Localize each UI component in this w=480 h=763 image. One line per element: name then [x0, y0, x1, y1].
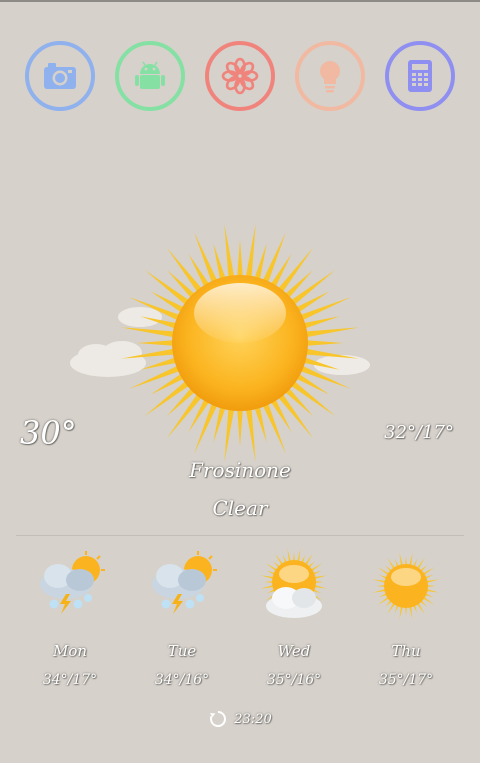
calculator-app-button[interactable] — [385, 41, 455, 111]
location-name[interactable]: Frosinone — [0, 458, 480, 482]
refresh-icon — [210, 711, 227, 727]
forecast-range: 34°/16° — [154, 672, 210, 688]
status-bar-line — [0, 0, 480, 2]
refresh-button[interactable]: 23:20 — [0, 709, 480, 729]
calculator-icon — [408, 60, 432, 92]
current-temperature: 30° — [20, 414, 77, 452]
android-app-button[interactable] — [115, 41, 185, 111]
sun-icon — [70, 225, 370, 462]
partly-cloudy-icon — [260, 548, 328, 618]
forecast-day[interactable]: Tue 34°/16° — [126, 548, 238, 698]
today-high-low: 32°/17° — [384, 422, 454, 443]
forecast-day[interactable]: Thu 35°/17° — [350, 548, 462, 698]
forecast-day[interactable]: Mon 34°/17° — [14, 548, 126, 698]
android-icon — [135, 61, 165, 89]
camera-app-button[interactable] — [25, 41, 95, 111]
forecast-range: 35°/17° — [378, 672, 434, 688]
weather-condition: Clear — [212, 496, 268, 520]
forecast-day-label: Thu — [391, 642, 421, 660]
forecast-day[interactable]: Wed 35°/16° — [238, 548, 350, 698]
forecast-day-label: Tue — [167, 642, 197, 660]
sun-icon — [372, 552, 440, 620]
forecast-day-label: Mon — [52, 642, 88, 660]
camera-icon — [44, 63, 76, 89]
forecast-range: 34°/17° — [42, 672, 98, 688]
thunderstorm-icon — [152, 551, 217, 614]
divider — [16, 535, 464, 536]
gallery-app-button[interactable] — [205, 41, 275, 111]
flashlight-app-button[interactable] — [295, 41, 365, 111]
last-updated-time: 23:20 — [234, 711, 272, 727]
flashlight-bulb-icon — [320, 61, 340, 93]
gallery-flower-icon — [221, 57, 259, 95]
forecast-day-label: Wed — [277, 642, 311, 660]
thunderstorm-icon — [40, 551, 105, 614]
forecast-range: 35°/16° — [266, 672, 322, 688]
